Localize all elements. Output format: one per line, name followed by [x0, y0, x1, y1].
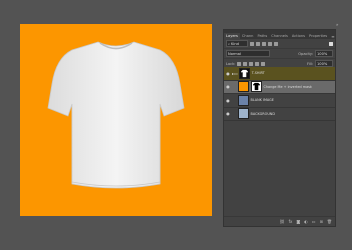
opacity-input[interactable]: 100% [315, 50, 333, 57]
filter-row: ⌕ Kind [224, 39, 335, 49]
lock-transparent-icon[interactable] [237, 61, 242, 66]
fill-input[interactable]: 100% [315, 60, 333, 67]
lock-brush-icon[interactable] [243, 61, 248, 66]
lock-artboard-icon[interactable] [255, 61, 260, 66]
fill-label: Fill: [306, 61, 313, 66]
opacity-label: Opacity: [298, 51, 313, 56]
blank-image-thumbnail[interactable] [238, 94, 249, 106]
filter-smart-object-icon[interactable] [274, 41, 278, 46]
group-mask-thumbnail[interactable] [238, 67, 250, 79]
layer-row-t-shirt[interactable]: ● ▸▭ T-SHIRT [224, 67, 335, 81]
fx-icon[interactable]: fx [289, 219, 293, 224]
panel-collapse-icon[interactable]: » [336, 22, 338, 27]
tab-channels[interactable]: Channels [269, 33, 290, 39]
visibility-eye-icon[interactable]: ● [224, 71, 232, 76]
lock-move-icon[interactable] [249, 61, 254, 66]
visibility-eye-icon[interactable]: ● [224, 84, 232, 89]
layer-name: BACKGROUND [250, 111, 275, 116]
filter-pixel-icon[interactable] [250, 41, 254, 46]
layer-row-change-me[interactable]: ● Change Me + inverted mask [224, 80, 335, 94]
filter-type-icon[interactable] [262, 41, 266, 46]
mask-icon[interactable]: ◙ [296, 219, 300, 224]
new-layer-icon[interactable]: ⊞ [320, 219, 323, 224]
filter-kind-select[interactable]: ⌕ Kind [226, 40, 248, 47]
trash-icon[interactable]: 🗑 [327, 219, 332, 224]
panel-menu-icon[interactable]: ≡ [329, 34, 335, 39]
tab-chann[interactable]: Chann [240, 33, 256, 39]
lock-all-icon[interactable] [261, 61, 266, 66]
layer-row-background[interactable]: ● BACKGROUND [224, 108, 335, 121]
link-icon[interactable]: ⛓ [280, 219, 285, 224]
folder-icon: ▸▭ [232, 70, 238, 76]
document-canvas[interactable] [20, 24, 212, 216]
layer-mask-thumbnail[interactable] [250, 81, 262, 93]
blend-row: Normal Opacity: 100% [224, 49, 335, 59]
folder-icon[interactable]: ▭ [312, 219, 316, 224]
filter-shape-icon[interactable] [268, 41, 272, 46]
background-thumbnail[interactable] [238, 108, 249, 120]
adjustment-icon[interactable]: ◐ [304, 219, 308, 224]
tab-layers[interactable]: Layers [224, 33, 240, 39]
visibility-eye-icon[interactable]: ● [224, 98, 232, 103]
filter-toggle-icon[interactable] [329, 41, 333, 46]
tab-actions[interactable]: Actions [290, 33, 307, 39]
layers-list: ● ▸▭ T-SHIRT ● Change Me + inverted mask… [224, 67, 335, 121]
layer-row-blank-image[interactable]: ● BLANK IMAGE [224, 94, 335, 108]
visibility-eye-icon[interactable]: ● [224, 111, 232, 116]
layer-name: Change Me + inverted mask [263, 84, 312, 89]
layers-panel: Layers Chann Paths Channels Actions Prop… [223, 29, 336, 227]
lock-label: Lock: [226, 61, 236, 66]
search-icon: ⌕ [228, 41, 231, 46]
filter-kind-label: Kind [231, 41, 239, 46]
t-shirt-mask-icon [252, 83, 260, 91]
layers-footer: ⛓ fx ◙ ◐ ▭ ⊞ 🗑 [224, 216, 335, 226]
panel-tabs: Layers Chann Paths Channels Actions Prop… [224, 30, 335, 39]
smart-object-thumbnail[interactable] [238, 81, 249, 93]
filter-adjustment-icon[interactable] [256, 41, 260, 46]
t-shirt-image [47, 41, 185, 189]
layer-name: BLANK IMAGE [250, 98, 274, 103]
tab-paths[interactable]: Paths [255, 33, 269, 39]
t-shirt-mask-icon [240, 69, 248, 77]
layer-name: T-SHIRT [251, 71, 265, 76]
tab-properties[interactable]: Properties [307, 33, 329, 39]
blend-mode-select[interactable]: Normal [226, 50, 270, 57]
